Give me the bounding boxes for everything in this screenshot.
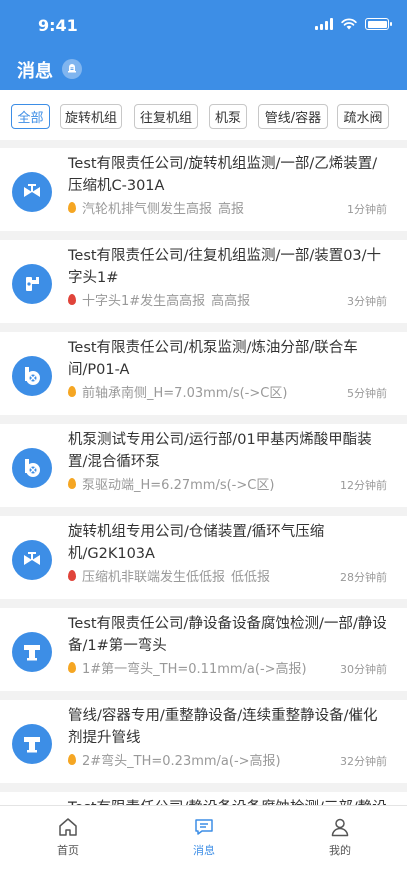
- signal-icon: [315, 18, 333, 30]
- message-item[interactable]: 旋转机组专用公司/仓储装置/循环气压缩机/G2K103A 压缩机非联端发生低低报…: [0, 516, 407, 599]
- home-icon: [59, 818, 77, 836]
- tab-bar: 首页 消息 我的: [0, 805, 407, 883]
- message-title: Test有限责任公司/旋转机组监测/一部/乙烯装置/压缩机C-301A: [68, 156, 378, 194]
- alarm-drop-icon: [68, 202, 76, 213]
- message-detail: 十字头1#发生高高报: [82, 294, 206, 309]
- filter-chip-trap[interactable]: 疏水阀: [337, 104, 389, 129]
- message-item[interactable]: 管线/容器专用/重整静设备/连续重整静设备/催化剂提升管线 2#弯头_TH=0.…: [0, 700, 407, 783]
- message-detail: 2#弯头_TH=0.23mm/a(->高报): [82, 754, 281, 769]
- battery-icon: [365, 18, 392, 30]
- pipe-icon: [12, 632, 52, 672]
- valve-icon: [12, 540, 52, 580]
- message-time: 28分钟前: [340, 571, 387, 584]
- tab-messages[interactable]: 消息: [164, 816, 244, 858]
- message-level: 高报: [218, 202, 245, 217]
- message-detail-row: 十字头1#发生高高报 高高报: [68, 290, 250, 309]
- message-title: Test有限责任公司/静设备设备腐蚀检测/一部/静设备/1#第一弯头: [68, 616, 387, 654]
- filter-bar: 全部 旋转机组 往复机组 机泵 管线/容器 疏水阀: [0, 90, 407, 140]
- message-item[interactable]: Test有限责任公司/往复机组监测/一部/装置03/十字头1# 十字头1#发生高…: [0, 240, 407, 323]
- message-icon: [195, 819, 213, 835]
- filter-chip-reciprocating[interactable]: 往复机组: [134, 104, 198, 129]
- message-detail: 前轴承南侧_H=7.03mm/s(->C区): [82, 386, 288, 401]
- filter-chip-pump[interactable]: 机泵: [209, 104, 247, 129]
- message-item[interactable]: Test有限责任公司/静设备设备腐蚀检测/一部/静设备/1#第一弯头 1#第一弯…: [0, 608, 407, 691]
- clear-messages-icon[interactable]: [62, 59, 82, 79]
- filter-chip-pipeline[interactable]: 管线/容器: [258, 104, 328, 129]
- message-detail: 1#第一弯头_TH=0.11mm/a(->高报): [82, 662, 307, 677]
- page-title: 消息: [17, 61, 53, 82]
- valve-icon: [12, 172, 52, 212]
- pipe-icon: [12, 724, 52, 764]
- faucet-icon: [12, 264, 52, 304]
- message-detail-row: 汽轮机排气侧发生高报 高报: [68, 198, 244, 217]
- message-level: 低低报: [231, 570, 271, 585]
- message-level: 高高报: [211, 294, 251, 309]
- wifi-icon: [341, 18, 357, 30]
- filter-chip-rotating[interactable]: 旋转机组: [60, 104, 122, 129]
- message-detail: 压缩机非联端发生低低报: [82, 570, 226, 585]
- tab-label: 我的: [329, 844, 351, 857]
- message-item[interactable]: Test有限责任公司/静设备设备腐蚀检测/三部/静设: [0, 792, 407, 805]
- tab-home[interactable]: 首页: [28, 816, 108, 858]
- message-time: 30分钟前: [340, 663, 387, 676]
- message-title: Test有限责任公司/往复机组监测/一部/装置03/十字头1#: [68, 248, 382, 286]
- message-detail-row: 2#弯头_TH=0.23mm/a(->高报): [68, 750, 287, 769]
- message-time: 3分钟前: [347, 295, 387, 308]
- message-detail: 泵驱动端_H=6.27mm/s(->C区): [82, 478, 275, 493]
- message-detail-row: 压缩机非联端发生低低报 低低报: [68, 566, 270, 585]
- user-icon: [331, 818, 349, 837]
- message-detail-row: 1#第一弯头_TH=0.11mm/a(->高报): [68, 658, 313, 677]
- message-title: Test有限责任公司/静设备设备腐蚀检测/三部/静设: [68, 797, 388, 805]
- alarm-drop-icon: [68, 662, 76, 673]
- alarm-drop-icon: [68, 386, 76, 397]
- message-title: Test有限责任公司/机泵监测/炼油分部/联合车间/P01-A: [68, 340, 358, 378]
- message-title: 旋转机组专用公司/仓储装置/循环气压缩机/G2K103A: [68, 524, 325, 562]
- message-list: Test有限责任公司/旋转机组监测/一部/乙烯装置/压缩机C-301A 汽轮机排…: [0, 148, 407, 805]
- message-detail: 汽轮机排气侧发生高报: [82, 202, 213, 217]
- filter-chip-all[interactable]: 全部: [11, 104, 50, 129]
- message-time: 32分钟前: [340, 755, 387, 768]
- message-time: 5分钟前: [347, 387, 387, 400]
- message-item[interactable]: 机泵测试专用公司/运行部/01甲基丙烯酸甲酯装置/混合循环泵 泵驱动端_H=6.…: [0, 424, 407, 507]
- message-detail-row: 泵驱动端_H=6.27mm/s(->C区): [68, 474, 280, 493]
- status-icons: [315, 18, 392, 30]
- message-detail-row: 前轴承南侧_H=7.03mm/s(->C区): [68, 382, 293, 401]
- tab-profile[interactable]: 我的: [300, 816, 380, 858]
- pump-icon: [12, 448, 52, 488]
- status-time: 9:41: [38, 16, 78, 35]
- message-title: 机泵测试专用公司/运行部/01甲基丙烯酸甲酯装置/混合循环泵: [68, 432, 372, 470]
- tab-label: 消息: [193, 844, 215, 857]
- message-item[interactable]: Test有限责任公司/旋转机组监测/一部/乙烯装置/压缩机C-301A 汽轮机排…: [0, 148, 407, 231]
- alarm-drop-icon: [68, 754, 76, 765]
- message-title: 管线/容器专用/重整静设备/连续重整静设备/催化剂提升管线: [68, 708, 378, 746]
- message-item[interactable]: Test有限责任公司/机泵监测/炼油分部/联合车间/P01-A 前轴承南侧_H=…: [0, 332, 407, 415]
- tab-label: 首页: [57, 844, 79, 857]
- alarm-drop-icon: [68, 570, 76, 581]
- alarm-drop-icon: [68, 478, 76, 489]
- pump-icon: [12, 356, 52, 396]
- alarm-drop-icon: [68, 294, 76, 305]
- header: 9:41 消息: [0, 0, 407, 90]
- message-time: 1分钟前: [347, 203, 387, 216]
- message-time: 12分钟前: [340, 479, 387, 492]
